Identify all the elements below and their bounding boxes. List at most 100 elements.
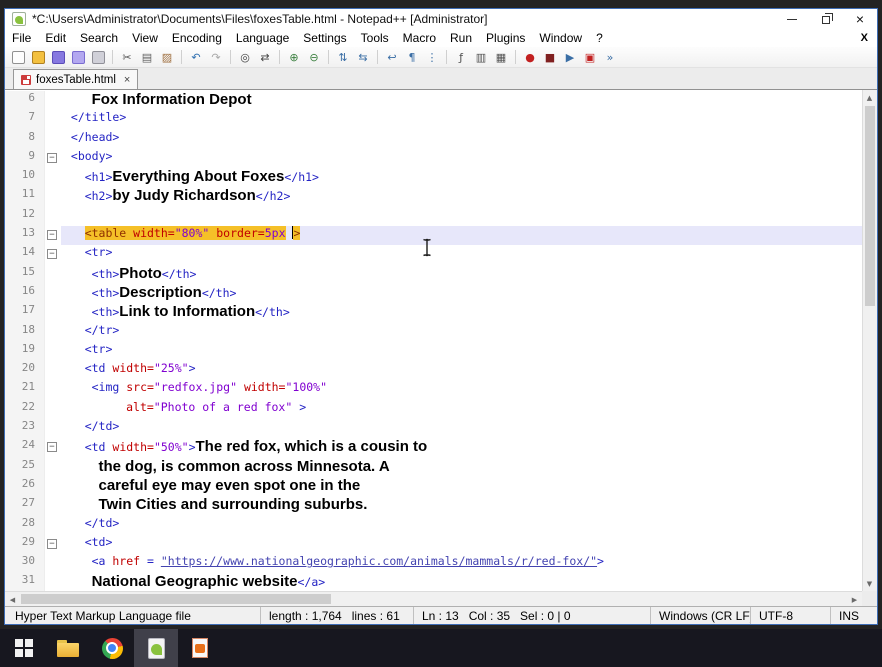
code-text[interactable]: <td width="25%"> [61,361,862,380]
scroll-left-button[interactable]: ◀ [5,592,20,606]
code-text[interactable]: <img src="redfox.jpg" width="100%" [61,380,862,399]
code-text[interactable]: <h1>Everything About Foxes</h1> [61,168,862,187]
code-line-16[interactable]: 16 <th>Description</th> [5,283,862,304]
code-line-6[interactable]: 6 Fox Information Depot [5,91,862,111]
titlebar[interactable]: *C:\Users\Administrator\Documents\Files\… [5,9,877,29]
zoom-in-icon[interactable]: ⊕ [285,49,303,66]
menu-item-window[interactable]: Window [532,30,589,46]
indent-guide-icon[interactable]: ⋮ [423,49,441,66]
vertical-scrollbar[interactable]: ▲ ▼ [862,90,877,591]
close-button[interactable]: × [843,9,877,29]
scroll-down-button[interactable]: ▼ [862,576,877,591]
code-line-22[interactable]: 22 alt="Photo of a red fox" > [5,399,862,420]
paste-icon[interactable]: ▨ [158,49,176,66]
code-line-27[interactable]: 27 Twin Cities and surrounding suburbs. [5,496,862,516]
save-all-icon[interactable] [69,49,87,66]
chrome-app[interactable] [90,629,134,667]
run-macro-multiple-icon[interactable]: » [601,49,619,66]
menu-item-settings[interactable]: Settings [296,30,353,46]
start-button[interactable] [2,629,46,667]
code-line-17[interactable]: 17 <th>Link to Information</th> [5,303,862,323]
sync-horizontal-scroll-icon[interactable]: ⇆ [354,49,372,66]
horizontal-scroll-thumb[interactable] [21,594,331,604]
code-text[interactable]: <th>Photo</th> [61,265,862,284]
code-text[interactable]: </tr> [61,323,862,342]
notepadpp-app[interactable] [134,629,178,667]
menu-item-file[interactable]: File [5,30,38,46]
code-text[interactable]: Fox Information Depot [61,91,862,110]
code-line-14[interactable]: 14− <tr> [5,245,862,265]
code-text[interactable]: <th>Description</th> [61,284,862,303]
status-insert-mode[interactable]: INS [830,607,877,624]
menu-item-view[interactable]: View [125,30,165,46]
status-eol-format[interactable]: Windows (CR LF) [650,607,750,624]
print-icon[interactable] [89,49,107,66]
code-line-10[interactable]: 10 <h1>Everything About Foxes</h1> [5,168,862,188]
fold-marker-icon[interactable]: − [47,230,57,241]
code-text[interactable]: </head> [61,130,862,149]
horizontal-scrollbar[interactable]: ◀ ▶ [5,591,862,606]
menu-item-language[interactable]: Language [229,30,296,46]
menu-item-run[interactable]: Run [443,30,479,46]
show-all-characters-icon[interactable]: ¶ [403,49,421,66]
code-text[interactable]: <table width="80%" border=5px > [61,226,862,246]
document-map-icon[interactable]: ▥ [472,49,490,66]
status-encoding[interactable]: UTF-8 [750,607,830,624]
editor[interactable]: 6 Fox Information Depot 7 </title> 8 </head> 9… [5,89,877,606]
menu-item-tools[interactable]: Tools [354,30,396,46]
scroll-up-button[interactable]: ▲ [862,90,877,105]
tab-close-icon[interactable]: × [124,74,130,86]
save-icon[interactable] [49,49,67,66]
code-line-18[interactable]: 18 </tr> [5,322,862,342]
code-text[interactable]: <tr> [61,342,862,361]
menu-item-plugins[interactable]: Plugins [479,30,532,46]
code-line-25[interactable]: 25 the dog, is common across Minnesota. A [5,457,862,477]
code-text[interactable]: Twin Cities and surrounding suburbs. [61,496,862,515]
sync-vertical-scroll-icon[interactable]: ⇅ [334,49,352,66]
code-line-30[interactable]: 30 <a href = "https://www.nationalgeograp… [5,554,862,574]
code-line-12[interactable]: 12 [5,206,862,227]
fold-marker-icon[interactable]: − [47,442,57,453]
status-cursor-position[interactable]: Ln : 13 Col : 35 Sel : 0 | 0 [413,607,650,624]
code-line-7[interactable]: 7 </title> [5,110,862,130]
code-text[interactable]: <td width="50%">The red fox, which is a … [61,438,862,457]
stop-macro-icon[interactable]: ■ [541,49,559,66]
code-line-15[interactable]: 15 <th>Photo</th> [5,264,862,284]
menu-item-search[interactable]: Search [73,30,125,46]
menubar-close-button[interactable]: X [861,32,868,44]
code-text[interactable]: <tr> [61,245,862,264]
code-text[interactable]: </td> [61,516,862,535]
code-line-26[interactable]: 26 careful eye may even spot one in the [5,476,862,497]
code-line-29[interactable]: 29− <td> [5,534,862,555]
fold-marker-icon[interactable]: − [47,538,57,549]
copy-icon[interactable]: ▤ [138,49,156,66]
new-file-icon[interactable] [9,49,27,66]
play-macro-icon[interactable]: ▶ [561,49,579,66]
function-list-icon[interactable]: ƒ [452,49,470,66]
code-text[interactable] [61,207,862,226]
code-line-31[interactable]: 31 National Geographic website</a> [5,573,862,591]
code-line-19[interactable]: 19 <tr> [5,341,862,362]
zoom-out-icon[interactable]: ⊖ [305,49,323,66]
code-text[interactable]: <body> [61,149,862,168]
code-text[interactable]: </title> [61,110,862,129]
code-line-21[interactable]: 21 <img src="redfox.jpg" width="100%" [5,380,862,400]
code-text[interactable]: </td> [61,419,862,438]
code-line-13[interactable]: 13− <table width="80%" border=5px > [5,226,862,246]
menu-item-encoding[interactable]: Encoding [165,30,229,46]
code-line-28[interactable]: 28 </td> [5,515,862,535]
fold-marker-icon[interactable]: − [47,152,57,163]
save-macro-icon[interactable]: ▣ [581,49,599,66]
code-line-8[interactable]: 8 </head> [5,129,862,149]
open-folder-icon[interactable] [29,49,47,66]
code-text[interactable]: <h2>by Judy Richardson</h2> [61,187,862,206]
code-line-23[interactable]: 23 </td> [5,419,862,439]
menu-item-macro[interactable]: Macro [396,30,443,46]
scroll-right-button[interactable]: ▶ [847,592,862,606]
find-icon[interactable]: ◎ [236,49,254,66]
code-text[interactable]: careful eye may even spot one in the [61,477,862,496]
vertical-scroll-thumb[interactable] [865,106,875,306]
file-explorer-app[interactable] [46,629,90,667]
code-text[interactable]: the dog, is common across Minnesota. A [61,458,862,477]
code-text[interactable]: National Geographic website</a> [61,573,862,591]
